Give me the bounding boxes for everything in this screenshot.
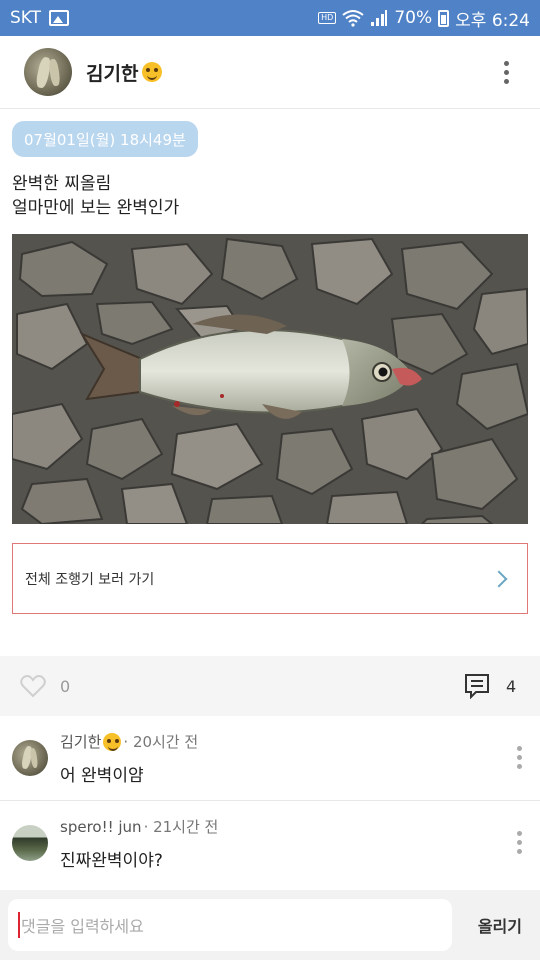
text-cursor — [18, 912, 20, 938]
commenter-avatar[interactable] — [12, 825, 48, 861]
comment-count: 4 — [506, 676, 517, 696]
clock: 오후 6:24 — [455, 10, 530, 31]
post-text-line-1: 완벽한 찌올림 — [12, 174, 112, 194]
comment-icon[interactable] — [464, 673, 490, 699]
comment-meta: spero!! jun · 21시간 전 — [60, 816, 218, 837]
post-header: 김기한 — [0, 36, 540, 108]
status-bar: SKT HD 70% 오후 6:24 — [0, 0, 540, 36]
comment-author[interactable]: 김기한 — [60, 731, 101, 752]
battery-percent: 70% — [394, 8, 433, 28]
post-photo[interactable] — [12, 234, 528, 524]
carrier-label: SKT — [10, 8, 42, 28]
grinning-face-emoji-icon — [142, 62, 163, 82]
status-left: SKT — [10, 8, 70, 28]
comment-more-options-icon[interactable] — [517, 746, 522, 769]
comment-item: spero!! jun · 21시간 전 진짜완벽이야? — [0, 801, 540, 885]
wifi-icon — [342, 10, 364, 27]
comment-more-options-icon[interactable] — [517, 831, 522, 854]
author-name: 김기한 — [86, 62, 139, 85]
comment-time: · 20시간 전 — [123, 733, 199, 751]
comment-text: 진짜완벽이야? — [60, 851, 163, 871]
author-avatar[interactable] — [24, 48, 72, 96]
like-count: 0 — [60, 676, 71, 696]
hd-voice-icon: HD — [318, 12, 337, 24]
heart-icon[interactable] — [20, 674, 46, 698]
chevron-right-icon — [490, 570, 508, 587]
comment-input-placeholder: 댓글을 입력하세요 — [21, 917, 144, 936]
post-actions-bar: 0 4 — [0, 656, 540, 716]
gallery-notification-icon — [49, 10, 70, 26]
post-text-line-2: 얼마만에 보는 완벽인가 — [12, 198, 180, 218]
view-full-log-label: 전체 조행기 보러 가기 — [25, 571, 155, 588]
comment-item: 김기한 · 20시간 전 어 완벽이얌 — [0, 716, 540, 800]
fish-on-gravel-photo — [12, 234, 528, 524]
comment-meta: 김기한 · 20시간 전 — [60, 731, 198, 752]
view-full-log-link[interactable]: 전체 조행기 보러 가기 — [12, 543, 528, 614]
post-body: 완벽한 찌올림 얼마만에 보는 완벽인가 — [12, 172, 179, 220]
grinning-face-emoji-icon — [103, 732, 122, 751]
author-name-row[interactable]: 김기한 — [86, 59, 163, 86]
commenter-avatar[interactable] — [12, 740, 48, 776]
post-date-badge: 07월01일(월) 18시49분 — [12, 121, 198, 157]
comment-input[interactable]: 댓글을 입력하세요 — [8, 899, 452, 951]
send-comment-button[interactable]: 올리기 — [478, 913, 528, 937]
status-right: HD 70% 오후 6:24 — [318, 6, 530, 31]
comment-author[interactable]: spero!! jun — [60, 818, 142, 836]
battery-icon — [438, 9, 450, 27]
header-divider — [0, 108, 540, 109]
comment-time: · 21시간 전 — [143, 818, 219, 836]
signal-icon — [371, 10, 388, 26]
more-options-icon[interactable] — [496, 60, 516, 84]
comment-text: 어 완벽이얌 — [60, 766, 144, 786]
comment-input-bar: 댓글을 입력하세요 올리기 — [0, 890, 540, 960]
